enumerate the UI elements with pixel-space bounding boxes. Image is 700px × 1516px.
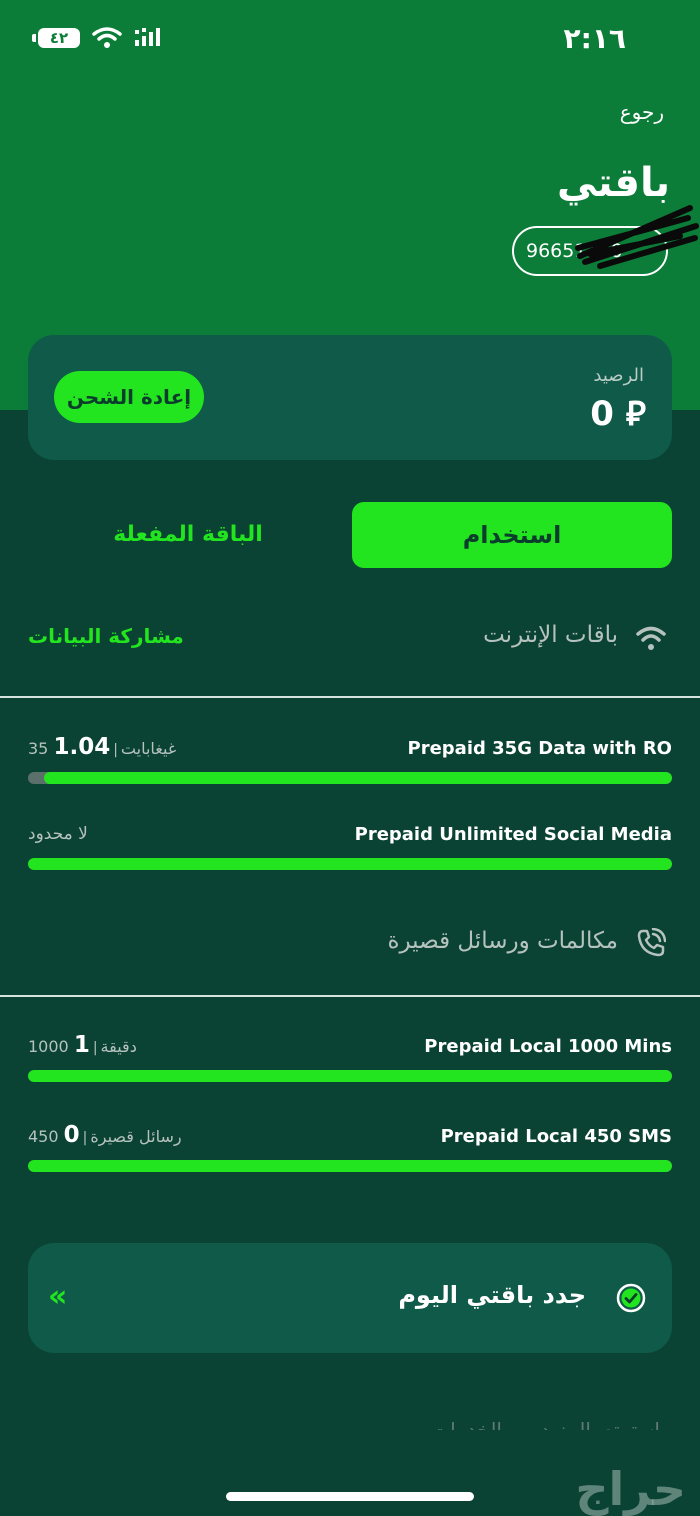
battery-tip: [32, 34, 36, 42]
balance-value: 0: [590, 394, 614, 434]
usage-meta: 1000 دقيقة|1: [28, 1032, 137, 1058]
phone-call-icon: [637, 928, 666, 957]
data-sharing-link[interactable]: مشاركة البيانات: [28, 624, 184, 648]
wifi-status-icon: [92, 27, 122, 48]
usage-unlimited: لا محدود: [28, 824, 88, 844]
haraj-watermark: حراج: [575, 1462, 686, 1516]
signal-icon: [135, 28, 160, 46]
back-button[interactable]: رجوع: [620, 100, 664, 124]
usage-separator: |: [82, 1130, 88, 1146]
usage-bar-fill: [28, 1160, 672, 1172]
usage-name: Prepaid Local 1000 Mins: [424, 1036, 672, 1057]
recharge-button[interactable]: إعادة الشحن: [54, 371, 204, 423]
wifi-icon: [636, 626, 666, 650]
renew-plan-card[interactable]: جدد باقتي اليوم «: [28, 1243, 672, 1353]
usage-used: 0: [63, 1122, 80, 1148]
riyal-icon: ⃁: [625, 394, 646, 434]
faded-section-title: استمتع بالمزيد من الخدمات: [431, 1418, 660, 1430]
usage-bar-fill: [28, 858, 672, 870]
status-bar: ٤٢ ٢:١٦: [0, 0, 700, 80]
usage-bar-fill: [28, 1070, 672, 1082]
usage-used: 1.04: [53, 734, 111, 760]
check-circle-icon: [616, 1283, 646, 1313]
tab-active-plan[interactable]: الباقة المفعلة: [28, 502, 348, 568]
usage-bar-fill: [44, 772, 672, 784]
usage-total: 450 رسائل قصيرة: [28, 1127, 182, 1146]
redaction-scribble: [575, 205, 699, 269]
usage-name: Prepaid 35G Data with RO: [407, 738, 672, 759]
usage-bar: [28, 1070, 672, 1082]
usage-used: 1: [73, 1032, 90, 1058]
renew-plan-label: جدد باقتي اليوم: [398, 1281, 586, 1309]
status-time: ٢:١٦: [563, 22, 626, 55]
battery-icon: ٤٢: [38, 28, 80, 48]
usage-name: Prepaid Unlimited Social Media: [354, 824, 672, 845]
usage-separator: |: [92, 1040, 98, 1056]
internet-section-title: باقات الإنترنت: [483, 622, 618, 648]
usage-separator: |: [113, 742, 118, 758]
divider: [0, 696, 700, 698]
double-chevron-left-icon: «: [48, 1279, 68, 1314]
balance-amount: 0 ⃁: [590, 391, 646, 435]
divider: [0, 995, 700, 997]
usage-meta: 450 رسائل قصيرة|0: [28, 1122, 182, 1148]
usage-bar: [28, 858, 672, 870]
usage-bar: [28, 1160, 672, 1172]
tab-usage[interactable]: استخدام: [352, 502, 672, 568]
usage-bar: [28, 772, 672, 784]
usage-meta: 35 غيغابايت|1.04: [28, 734, 176, 760]
balance-card: الرصيد 0 ⃁ إعادة الشحن: [28, 335, 672, 460]
balance-label: الرصيد: [593, 365, 644, 386]
usage-name: Prepaid Local 450 SMS: [440, 1126, 672, 1147]
calls-section-title: مكالمات ورسائل قصيرة: [387, 928, 618, 954]
home-indicator: [226, 1492, 474, 1501]
